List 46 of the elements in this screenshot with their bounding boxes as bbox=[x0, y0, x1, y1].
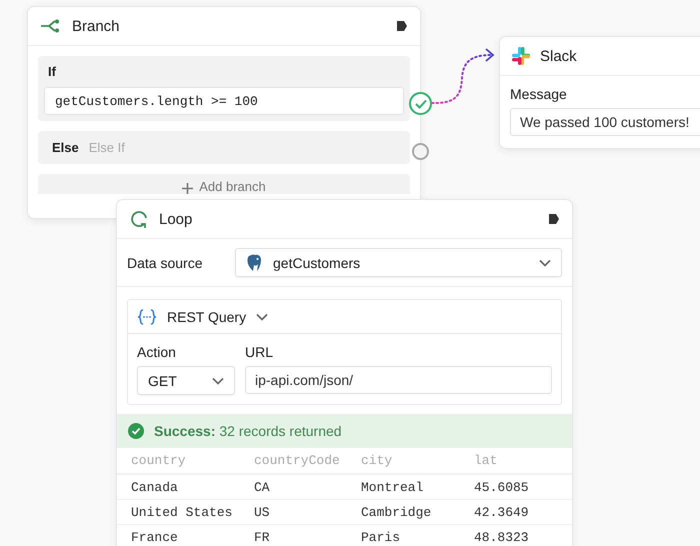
message-label: Message bbox=[510, 86, 568, 102]
table-cell: FR bbox=[240, 524, 347, 546]
table-cell: France bbox=[117, 524, 240, 546]
database-icon bbox=[246, 254, 263, 272]
table-cell: 42.3649 bbox=[460, 500, 572, 524]
query-type-select[interactable]: REST Query bbox=[137, 308, 268, 324]
table-cell: 48.8323 bbox=[460, 524, 572, 546]
loop-icon bbox=[129, 209, 149, 229]
chevron-down-icon bbox=[539, 258, 551, 266]
url-label: URL bbox=[245, 344, 274, 360]
column-header: country bbox=[117, 448, 240, 474]
table-cell: 45.6085 bbox=[460, 474, 572, 500]
plus-icon bbox=[182, 183, 194, 194]
chevron-down-icon bbox=[212, 376, 224, 384]
node-title: Branch bbox=[72, 18, 120, 34]
table-cell: CA bbox=[240, 474, 347, 500]
status-message: Success: 32 records returned bbox=[154, 423, 342, 439]
condition-field[interactable]: getCustomers.length >= 100 bbox=[44, 87, 404, 115]
table-cell: United States bbox=[117, 500, 240, 524]
table-cell: US bbox=[240, 500, 347, 524]
play-icon[interactable] bbox=[396, 20, 408, 32]
table-cell: Montreal bbox=[347, 474, 460, 500]
branch-icon bbox=[40, 19, 62, 33]
play-icon[interactable] bbox=[548, 213, 560, 225]
url-field[interactable]: ip-api.com/json/ bbox=[245, 366, 552, 394]
table-cell: Canada bbox=[117, 474, 240, 500]
message-field[interactable]: We passed 100 customers! bbox=[510, 108, 700, 136]
add-branch-button[interactable]: Add branch bbox=[38, 174, 410, 194]
node-title: Loop bbox=[159, 210, 192, 228]
connector-arrow bbox=[431, 48, 494, 104]
action-label: Action bbox=[137, 344, 177, 360]
slack-logo-icon bbox=[512, 47, 530, 65]
column-header: city bbox=[347, 448, 460, 474]
action-select[interactable]: GET bbox=[137, 366, 235, 395]
chevron-down-icon bbox=[256, 312, 268, 320]
data-source-select[interactable]: getCustomers bbox=[235, 248, 562, 277]
if-label: If bbox=[47, 64, 57, 79]
braces-icon bbox=[137, 308, 157, 324]
table-cell: Paris bbox=[347, 524, 460, 546]
column-header: countryCode bbox=[240, 448, 347, 474]
data-source-label: Data source bbox=[127, 254, 204, 270]
else-label: Else bbox=[51, 140, 79, 155]
table-cell: Cambridge bbox=[347, 500, 460, 524]
column-header: lat bbox=[460, 448, 572, 474]
check-circle-icon bbox=[128, 423, 144, 439]
node-title: Slack bbox=[540, 48, 577, 64]
